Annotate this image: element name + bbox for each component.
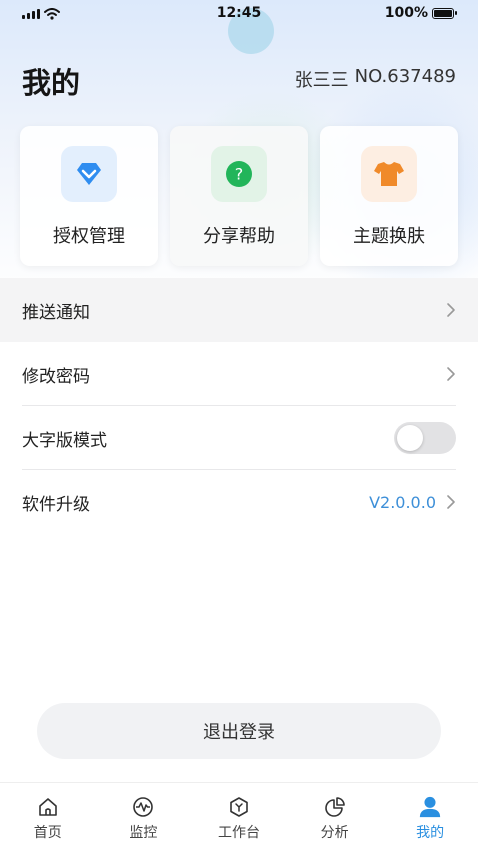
tshirt-icon [361,146,417,202]
tab-home[interactable]: 首页 [0,783,96,850]
card-label: 授权管理 [53,226,125,247]
user-number: NO.637489 [354,66,456,87]
row-right [394,422,456,454]
row-label: 修改密码 [22,366,90,387]
row-push-notification[interactable]: 推送通知 [0,278,478,342]
page-title: 我的 [22,66,81,100]
tab-label: 工作台 [217,825,260,841]
chevron-right-icon [447,303,455,317]
settings-list: 推送通知 修改密码 大字版模式 软件升级 V2.0.0.0 [0,278,478,534]
diamond-icon [61,146,117,202]
card-theme-skin[interactable]: 主题换肤 [320,126,458,266]
tab-label: 分析 [320,825,349,841]
tab-label: 首页 [33,825,62,841]
card-share-help[interactable]: ? 分享帮助 [170,126,308,266]
large-font-toggle[interactable] [394,422,456,454]
svg-text:?: ? [235,165,244,184]
logout-button[interactable]: 退出登录 [37,703,441,759]
status-bar: 12:45 100% [0,0,478,28]
row-right: V2.0.0.0 [369,493,456,512]
chevron-right-icon [447,495,455,509]
card-label: 主题换肤 [353,226,425,247]
user-name: 张三三 [294,70,349,91]
version-label: V2.0.0.0 [369,492,436,512]
tab-analysis[interactable]: 分析 [287,783,383,850]
card-label: 分享帮助 [203,226,275,247]
pie-chart-icon [323,795,347,819]
battery-percent: 100% [384,5,428,21]
workbench-icon [227,795,251,819]
toggle-knob [397,425,423,451]
tab-label: 我的 [416,825,445,841]
question-icon: ? [211,146,267,202]
card-authorization[interactable]: 授权管理 [20,126,158,266]
battery-icon [432,7,457,19]
shortcut-cards: 授权管理 ? 分享帮助 主题换肤 [20,126,458,266]
bottom-tab-bar: 首页 监控 工作台 分析 我的 [0,782,478,850]
tab-monitor[interactable]: 监控 [96,783,192,850]
user-icon [418,795,442,819]
row-change-password[interactable]: 修改密码 [0,342,478,406]
tab-label: 监控 [129,825,158,841]
row-label: 软件升级 [22,494,90,515]
chevron-right-icon [447,367,455,381]
row-large-font-mode: 大字版模式 [0,406,478,470]
home-icon [36,795,60,819]
row-label: 大字版模式 [22,430,107,451]
tab-workbench[interactable]: 工作台 [191,783,287,850]
row-right [446,366,456,382]
tab-mine[interactable]: 我的 [382,783,478,850]
monitor-icon [131,795,155,819]
row-right [446,302,456,318]
row-software-upgrade[interactable]: 软件升级 V2.0.0.0 [0,470,478,534]
status-right: 100% [384,5,457,21]
user-info: 张三三 NO.637489 [295,66,456,92]
row-label: 推送通知 [22,302,90,323]
